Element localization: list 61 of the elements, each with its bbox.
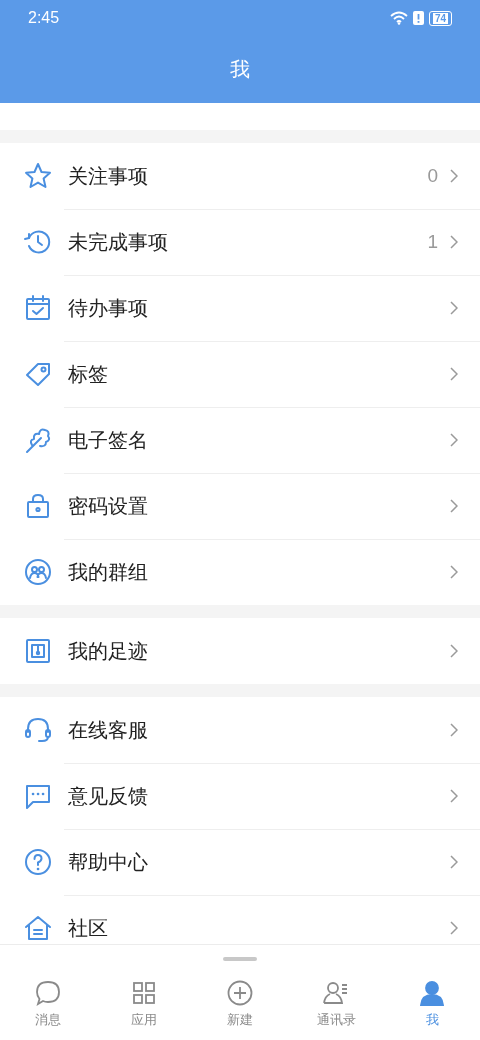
group-icon [23, 557, 53, 587]
menu-item[interactable]: 关注事项 0 [0, 143, 480, 209]
item-count: 1 [427, 231, 438, 253]
calendar-icon [23, 293, 53, 323]
chevron-right-icon [450, 789, 458, 803]
menu-label: 帮助中心 [68, 848, 149, 876]
chevron-right-icon [450, 367, 458, 381]
chevron-right-icon [450, 644, 458, 658]
contacts-icon [322, 979, 350, 1007]
menu-label: 电子签名 [68, 426, 149, 454]
nav-tab[interactable]: 通讯录 [288, 979, 384, 1029]
home-icon [23, 913, 53, 943]
menu-label: 待办事项 [68, 294, 149, 322]
chat-bubble-icon [34, 979, 62, 1007]
menu-item[interactable]: 帮助中心 [0, 829, 480, 895]
chevron-right-icon [450, 855, 458, 869]
chevron-right-icon [450, 433, 458, 447]
menu-item[interactable]: 我的群组 [0, 539, 480, 605]
menu-label: 社区 [68, 914, 109, 942]
menu-item[interactable]: 标签 [0, 341, 480, 407]
star-icon [23, 161, 53, 191]
history-icon [23, 227, 53, 257]
menu-label: 密码设置 [68, 492, 149, 520]
battery-icon: 74 [428, 10, 452, 26]
chevron-right-icon [450, 169, 458, 183]
menu-item[interactable]: 未完成事项 1 [0, 209, 480, 275]
headset-icon [23, 715, 53, 745]
menu-label: 意见反馈 [68, 782, 149, 810]
nav-tab[interactable]: 我 [384, 979, 480, 1029]
menu-label: 我的群组 [68, 558, 149, 586]
footprint-icon [23, 636, 53, 666]
chevron-right-icon [450, 723, 458, 737]
nav-tab[interactable]: 消息 [0, 979, 96, 1029]
menu-item[interactable]: 电子签名 [0, 407, 480, 473]
chevron-right-icon [450, 301, 458, 315]
menu-label: 标签 [68, 360, 109, 388]
menu-label: 在线客服 [68, 716, 149, 744]
chevron-right-icon [450, 235, 458, 249]
menu-label: 未完成事项 [68, 228, 169, 256]
menu-item[interactable]: 社区 [0, 895, 480, 944]
help-icon [23, 847, 53, 877]
wifi-icon [389, 11, 408, 25]
menu-item[interactable]: 密码设置 [0, 473, 480, 539]
status-time: 2:45 [28, 9, 60, 27]
page-title: 我 [230, 56, 250, 83]
alert-icon [412, 11, 424, 25]
plus-icon [226, 979, 254, 1007]
nav-tab[interactable]: 应用 [96, 979, 192, 1029]
menu-item[interactable]: 我的足迹 [0, 618, 480, 684]
menu-label: 关注事项 [68, 162, 149, 190]
menu-item[interactable]: 待办事项 [0, 275, 480, 341]
chevron-right-icon [450, 565, 458, 579]
nav-tab[interactable]: 新建 [192, 979, 288, 1029]
item-count: 0 [427, 165, 438, 187]
chevron-right-icon [450, 499, 458, 513]
person-icon [418, 979, 446, 1007]
menu-label: 我的足迹 [68, 637, 149, 665]
grid-icon [130, 979, 158, 1007]
chevron-right-icon [450, 921, 458, 935]
menu-item[interactable]: 意见反馈 [0, 763, 480, 829]
menu-item[interactable]: 在线客服 [0, 697, 480, 763]
